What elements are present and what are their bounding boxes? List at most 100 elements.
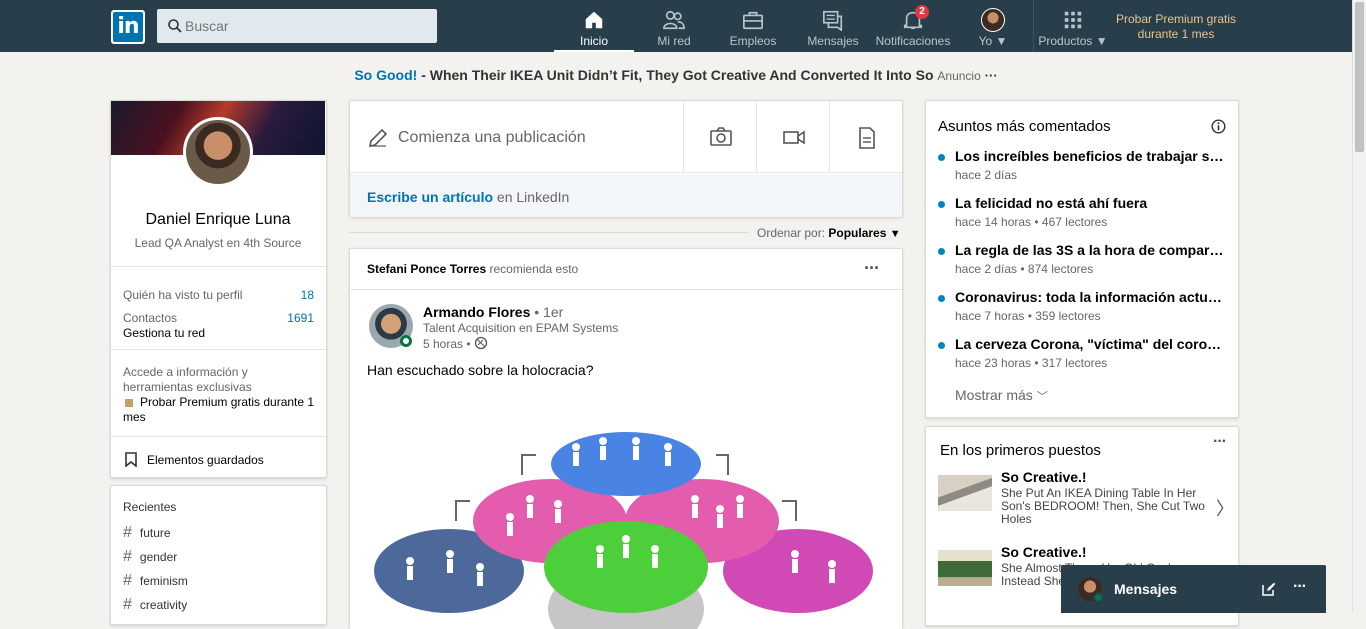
write-article-suffix: en LinkedIn xyxy=(493,189,570,205)
bullet-icon xyxy=(938,201,945,208)
sort-divider xyxy=(349,232,749,233)
author-line: Armando Flores • 1er xyxy=(423,304,563,320)
camera-icon xyxy=(710,127,732,146)
trending-item-title: La felicidad no está ahí fuera xyxy=(955,195,1148,211)
recent-title: Recientes xyxy=(123,500,177,514)
nav-my-network[interactable]: Mi red xyxy=(644,0,704,52)
online-status-icon xyxy=(400,335,412,347)
show-more-label: Mostrar más xyxy=(955,387,1033,403)
linkedin-logo[interactable]: in xyxy=(111,10,145,44)
hashtag-icon: # xyxy=(123,524,132,541)
online-status-icon xyxy=(1093,592,1104,603)
messages-icon xyxy=(823,10,843,31)
recent-card: Recientes # future # gender # feminism # cre… xyxy=(110,485,327,625)
post-image[interactable] xyxy=(350,389,902,629)
hashtag-item[interactable]: # creativity xyxy=(123,596,187,614)
profile-views-count[interactable]: 18 xyxy=(301,288,314,302)
nav-jobs[interactable]: Empleos xyxy=(723,0,783,52)
recommender-name[interactable]: Stefani Ponce Torres xyxy=(367,262,486,276)
saved-items-link[interactable]: Elementos guardados xyxy=(147,453,264,468)
home-icon xyxy=(585,11,603,29)
globe-icon xyxy=(474,336,488,350)
bullet-icon xyxy=(938,248,945,255)
nav-products-label: Productos ▼ xyxy=(1038,34,1108,48)
ad-banner[interactable]: So Good! - When Their IKEA Unit Didn’t F… xyxy=(0,67,1352,83)
profile-avatar[interactable] xyxy=(183,117,253,187)
video-button[interactable] xyxy=(756,101,829,173)
composer-placeholder[interactable]: Comienza una publicación xyxy=(398,129,586,147)
profile-name[interactable]: Daniel Enrique Luna xyxy=(111,211,325,229)
holacracy-diagram xyxy=(374,432,873,629)
trending-item-meta: hace 2 días • 874 lectores xyxy=(955,262,1094,276)
profile-views-label[interactable]: Quién ha visto tu perfil xyxy=(123,288,242,302)
document-icon xyxy=(859,127,875,149)
notification-badge: 2 xyxy=(915,5,929,19)
sort-value[interactable]: Populares xyxy=(828,226,886,240)
post-more-icon[interactable]: ··· xyxy=(864,258,880,279)
hashtag-item[interactable]: # feminism xyxy=(123,572,188,590)
top-post-source[interactable]: So Creative.! xyxy=(1001,469,1087,485)
nav-messages[interactable]: Mensajes xyxy=(803,0,863,52)
nav-my-network-label: Mi red xyxy=(657,34,691,48)
video-icon xyxy=(783,130,805,145)
trending-item-meta: hace 23 horas • 317 lectores xyxy=(955,356,1108,370)
contacts-label[interactable]: Contactos xyxy=(123,311,177,325)
recommend-text: recomienda esto xyxy=(486,262,579,276)
info-icon[interactable] xyxy=(1211,119,1226,134)
hashtag-icon: # xyxy=(123,596,132,613)
photo-button[interactable] xyxy=(683,101,756,173)
trending-item-meta: hace 7 horas • 359 lectores xyxy=(955,309,1101,323)
nav-notifications-label: Notificaciones xyxy=(875,34,951,48)
scrollbar-thumb[interactable] xyxy=(1355,2,1364,152)
bullet-icon xyxy=(938,295,945,302)
trending-title: Asuntos más comentados xyxy=(938,118,1111,135)
write-article: Escribe un artículo en LinkedIn xyxy=(367,189,569,205)
ad-more-icon[interactable]: ··· xyxy=(985,68,998,83)
nav-notifications[interactable]: 2 Notificaciones xyxy=(873,0,953,52)
top-posts-more-icon[interactable]: ··· xyxy=(1213,433,1227,451)
top-post-thumbnail xyxy=(938,475,992,511)
trending-item-meta: hace 2 días xyxy=(955,168,1018,182)
top-post-source[interactable]: So Creative.! xyxy=(1001,544,1087,560)
search-icon xyxy=(168,19,182,33)
messaging-more-icon[interactable]: ··· xyxy=(1293,578,1307,596)
compose-icon[interactable] xyxy=(1262,582,1276,596)
author-name[interactable]: Armando Flores xyxy=(423,304,530,320)
hashtag-item[interactable]: # gender xyxy=(123,548,177,566)
sort-control[interactable]: Ordenar por: Populares ▼ xyxy=(757,226,901,240)
nav-home[interactable]: Inicio xyxy=(554,0,634,52)
premium-trial-link[interactable]: Probar Premium gratis durante 1 mes xyxy=(1112,12,1240,42)
manage-network-link[interactable]: Gestiona tu red xyxy=(123,326,205,341)
top-post-item[interactable]: So Creative.! She Put An IKEA Dining Tab… xyxy=(938,467,1234,532)
document-button[interactable] xyxy=(829,101,902,173)
top-post-text[interactable]: She Put An IKEA Dining Table In Her Son'… xyxy=(1001,487,1216,526)
top-posts-title: En los primeros puestos xyxy=(940,442,1101,459)
ad-text[interactable]: - When Their IKEA Unit Didn’t Fit, They … xyxy=(417,67,933,83)
contacts-count[interactable]: 1691 xyxy=(287,311,314,325)
ad-brand[interactable]: So Good! xyxy=(354,67,417,83)
chevron-right-icon[interactable]: 〉 xyxy=(1216,495,1234,521)
search-box[interactable] xyxy=(157,9,437,43)
messaging-label[interactable]: Mensajes xyxy=(1114,581,1177,597)
feed-post: Stefani Ponce Torres recomienda esto ···… xyxy=(349,248,903,629)
avatar xyxy=(981,8,1005,32)
show-more-button[interactable]: Mostrar más ﹀ xyxy=(955,387,1048,404)
nav-me[interactable]: Yo ▼ xyxy=(972,0,1014,52)
trending-topics-card: Asuntos más comentados Los increíbles be… xyxy=(925,100,1239,418)
trending-item-meta: hace 14 horas • 467 lectores xyxy=(955,215,1108,229)
trending-item-title: Los increíbles beneficios de trabajar se… xyxy=(955,148,1225,164)
write-article-bar: Escribe un artículo en LinkedIn xyxy=(350,174,902,217)
divider xyxy=(111,436,326,437)
write-article-link[interactable]: Escribe un artículo xyxy=(367,189,493,205)
caret-down-icon[interactable]: ▼ xyxy=(890,228,901,240)
profile-headline: Lead QA Analyst en 4th Source xyxy=(134,236,302,250)
premium-promo-text: Accede a información y herramientas excl… xyxy=(123,365,252,394)
messaging-bar[interactable]: Mensajes ··· xyxy=(1061,565,1326,613)
hashtag-item[interactable]: # future xyxy=(123,524,171,542)
scrollbar[interactable] xyxy=(1352,0,1366,613)
premium-promo-link[interactable]: Probar Premium gratis durante 1 mes xyxy=(123,395,318,425)
nav-messages-label: Mensajes xyxy=(807,34,859,48)
trending-item-title: Coronavirus: toda la información actuali… xyxy=(955,289,1225,305)
nav-products[interactable]: Productos ▼ xyxy=(1036,0,1110,52)
search-input[interactable] xyxy=(185,9,425,43)
